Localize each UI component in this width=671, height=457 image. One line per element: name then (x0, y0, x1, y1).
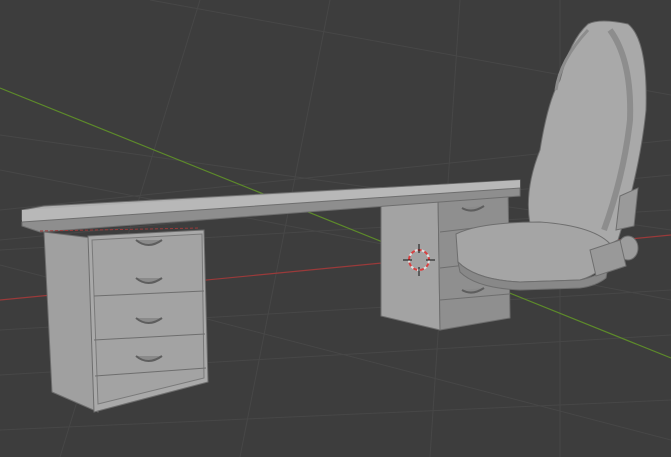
left-drawer-cabinet[interactable] (43, 229, 209, 413)
viewport-canvas[interactable] (0, 0, 671, 457)
3d-viewport[interactable] (0, 0, 671, 457)
